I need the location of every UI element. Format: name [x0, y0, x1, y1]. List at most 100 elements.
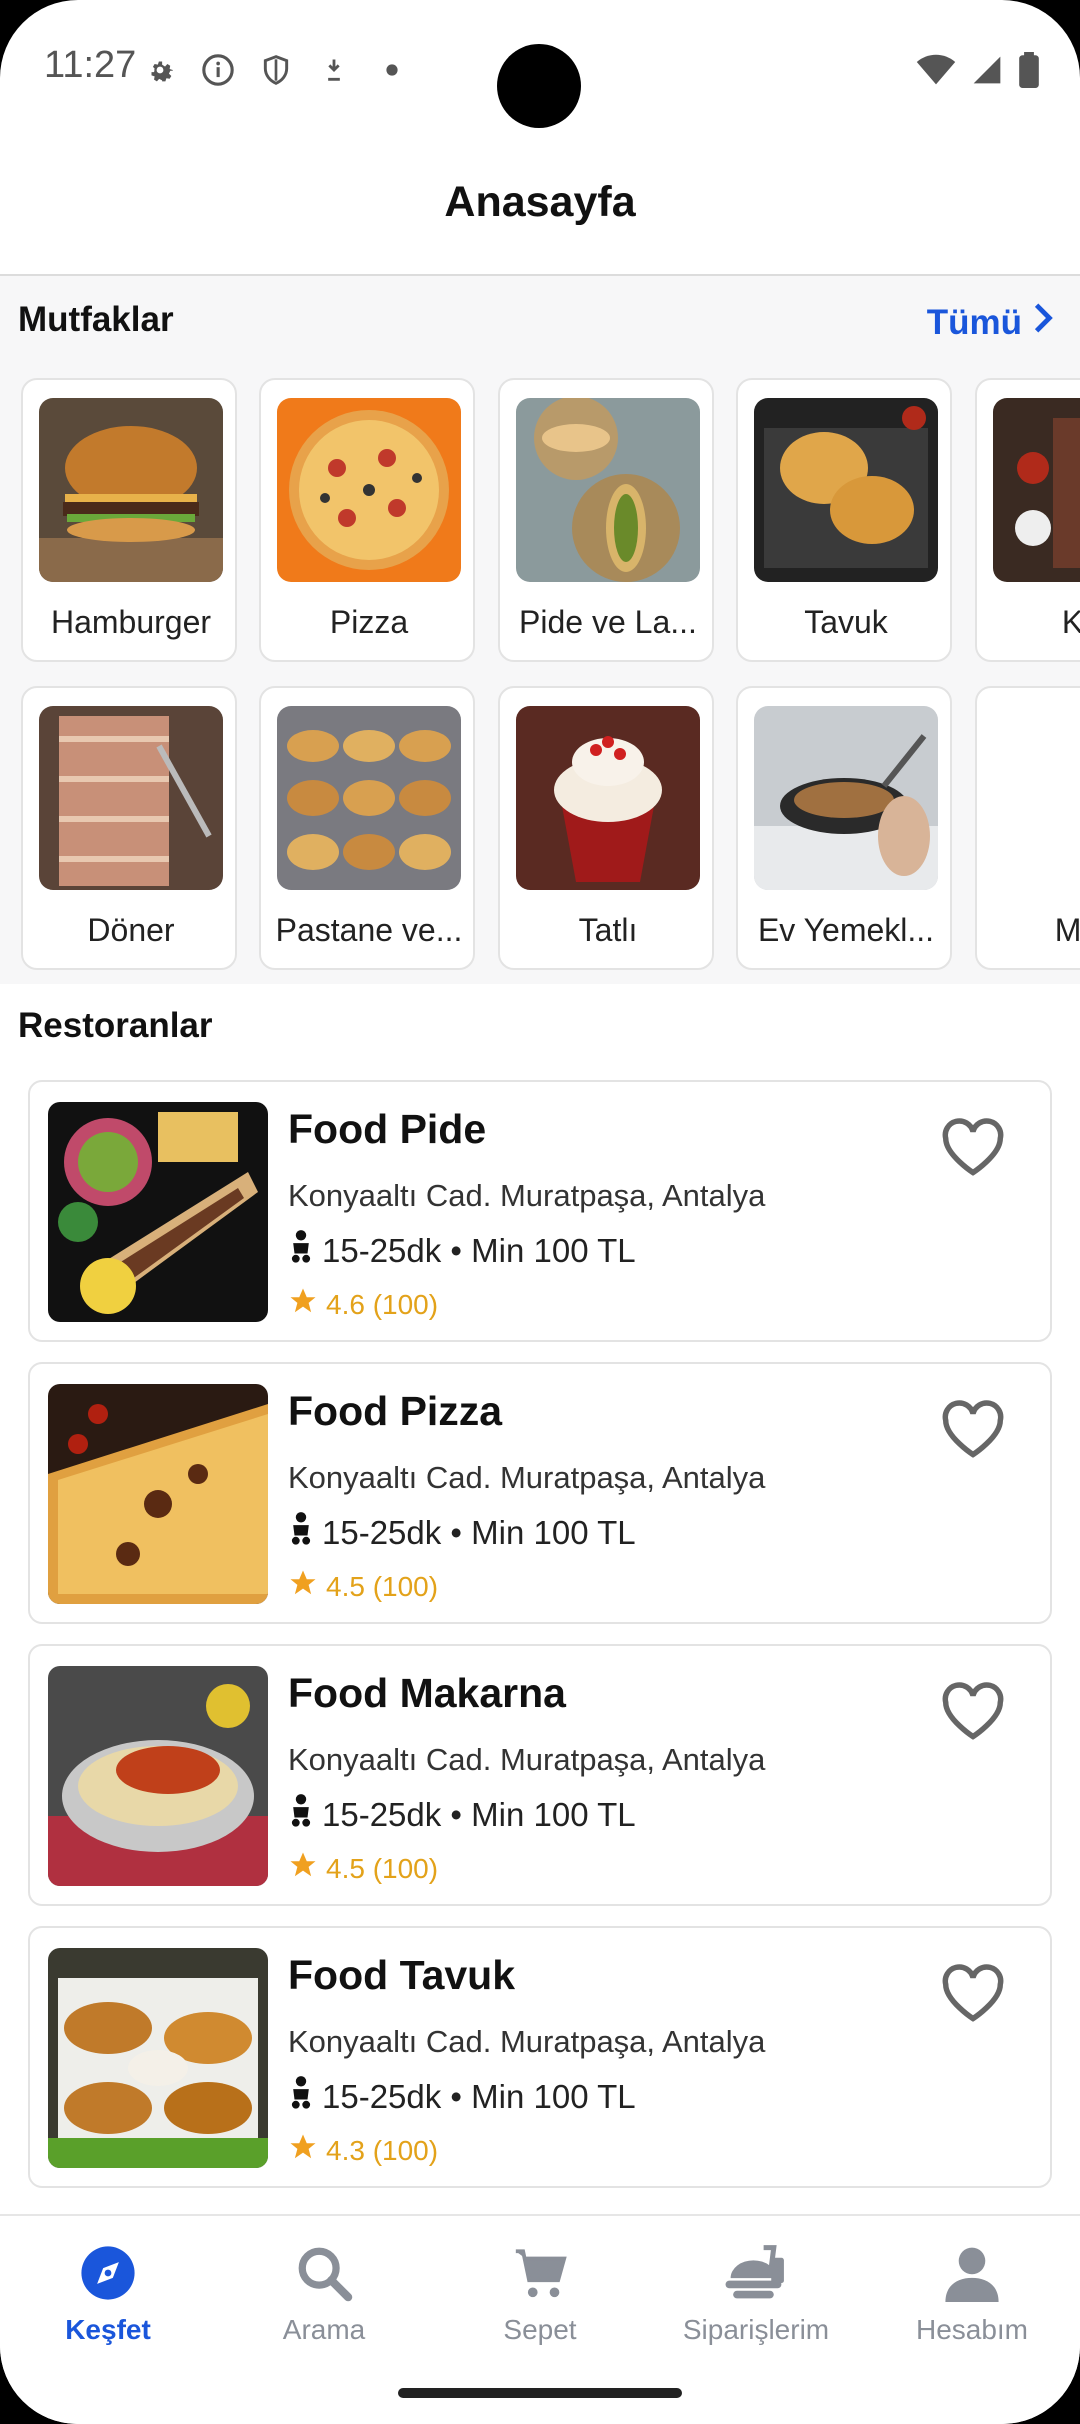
cuisine-label: Hamburger — [50, 604, 212, 640]
restaurant-address: Konyaaltı Cad. Muratpaşa, Antalya — [288, 1742, 766, 1777]
tavuk-image — [754, 398, 938, 582]
star-icon — [288, 1850, 318, 1887]
cuisine-label: Tatlı — [578, 912, 638, 948]
home-indicator[interactable] — [398, 2388, 682, 2398]
nav-label: Keşfet — [65, 2314, 151, 2345]
courier-icon — [288, 1230, 314, 1272]
restaurant-rating: 4.5 (100) — [288, 1568, 438, 1605]
nav-item-sepet[interactable]: Sepet — [432, 2238, 648, 2368]
restaurant-delivery: 15-25dk • Min 100 TL — [288, 1230, 636, 1272]
cuisine-card-pastane[interactable]: Pastane ve... — [259, 686, 475, 970]
orders-icon — [648, 2238, 864, 2308]
app-header: Anasayfa — [0, 140, 1080, 276]
restaurant-address: Konyaaltı Cad. Muratpaşa, Antalya — [288, 1178, 766, 1213]
star-icon — [288, 1568, 318, 1605]
battery-icon — [1018, 52, 1040, 93]
cuisines-title: Mutfaklar — [18, 300, 174, 339]
hamburger-image — [39, 398, 223, 582]
restaurant-delivery: 15-25dk • Min 100 TL — [288, 2076, 636, 2118]
pizza-image — [277, 398, 461, 582]
rating-value: 4.5 (100) — [326, 1852, 439, 1884]
favorite-heart-icon[interactable] — [940, 1400, 1006, 1460]
delivery-info: 15-25dk • Min 100 TL — [322, 1514, 636, 1551]
cuisine-label: Döner — [87, 912, 175, 948]
status-bar: 11:27 — [0, 0, 1080, 140]
info-icon — [200, 52, 236, 88]
cuisine-label: Ev Yemekl... — [757, 912, 935, 948]
courier-icon — [288, 1512, 314, 1554]
account-icon — [864, 2238, 1080, 2308]
nav-label: Sepet — [503, 2314, 577, 2345]
cuisine-card-kebap[interactable]: Kel — [975, 378, 1080, 662]
restaurant-image — [48, 1102, 268, 1322]
cuisine-card-hamburger[interactable]: Hamburger — [21, 378, 237, 662]
nav-label: Siparişlerim — [682, 2314, 830, 2345]
restaurants-title: Restoranlar — [18, 1006, 213, 1045]
rating-value: 4.3 (100) — [326, 2134, 439, 2166]
nav-label: Hesabım — [915, 2314, 1029, 2345]
delivery-info: 15-25dk • Min 100 TL — [322, 1796, 636, 1833]
cuisine-card-tatli[interactable]: Tatlı — [498, 686, 714, 970]
favorite-heart-icon[interactable] — [940, 1682, 1006, 1742]
cuisine-card-ev-yemekleri[interactable]: Ev Yemekl... — [736, 686, 952, 970]
cuisine-label: Pizza — [329, 604, 409, 640]
favorite-heart-icon[interactable] — [940, 1964, 1006, 2024]
nav-item-hesabim[interactable]: Hesabım — [864, 2238, 1080, 2368]
cuisine-card-makarna[interactable]: Mak — [975, 686, 1080, 970]
cuisines-section: Mutfaklar Tümü Hamburger Pizza Pide ve L… — [0, 276, 1080, 984]
see-all-link[interactable]: Tümü — [927, 302, 1054, 343]
kebap-image — [993, 398, 1080, 582]
courier-icon — [288, 1794, 314, 1836]
cuisine-label: Pide ve La... — [519, 604, 697, 640]
compass-icon — [0, 2238, 216, 2308]
restaurant-address: Konyaaltı Cad. Muratpaşa, Antalya — [288, 1460, 766, 1495]
page-title: Anasayfa — [444, 178, 636, 226]
delivery-info: 15-25dk • Min 100 TL — [322, 2078, 636, 2115]
restaurant-name: Food Pide — [288, 1106, 487, 1152]
restaurant-card[interactable]: Food Pizza Konyaaltı Cad. Muratpaşa, Ant… — [28, 1362, 1052, 1624]
favorite-heart-icon[interactable] — [940, 1118, 1006, 1178]
status-icons-right — [916, 52, 1040, 93]
cart-icon — [432, 2238, 648, 2308]
status-time: 11:27 — [44, 44, 137, 86]
restaurant-rating: 4.5 (100) — [288, 1850, 438, 1887]
cuisine-card-pizza[interactable]: Pizza — [259, 378, 475, 662]
search-icon — [216, 2238, 432, 2308]
star-icon — [288, 1286, 318, 1323]
status-icons-left — [142, 52, 410, 88]
shield-icon — [258, 52, 294, 88]
restaurant-rating: 4.6 (100) — [288, 1286, 438, 1323]
cuisine-card-doner[interactable]: Döner — [21, 686, 237, 970]
rating-value: 4.6 (100) — [326, 1288, 439, 1320]
restaurant-card[interactable]: Food Tavuk Konyaaltı Cad. Muratpaşa, Ant… — [28, 1926, 1052, 2188]
pide-image — [516, 398, 700, 582]
restaurant-name: Food Makarna — [288, 1670, 566, 1716]
cuisine-label: Tavuk — [804, 604, 888, 640]
nav-item-arama[interactable]: Arama — [216, 2238, 432, 2368]
rating-value: 4.5 (100) — [326, 1570, 439, 1602]
restaurant-image — [48, 1384, 268, 1604]
ev-yemekleri-image — [754, 706, 938, 890]
cuisine-label: Pastane ve... — [275, 912, 463, 948]
restaurant-name: Food Pizza — [288, 1388, 503, 1434]
restaurant-card[interactable]: Food Pide Konyaaltı Cad. Muratpaşa, Anta… — [28, 1080, 1052, 1342]
restaurant-rating: 4.3 (100) — [288, 2132, 438, 2169]
screen: 11:27 Anasayfa Mutfaklar Tümü Hamburger … — [0, 0, 1080, 2424]
cuisine-card-pide[interactable]: Pide ve La... — [498, 378, 714, 662]
restaurant-card[interactable]: Food Makarna Konyaaltı Cad. Muratpaşa, A… — [28, 1644, 1052, 1906]
restaurant-address: Konyaaltı Cad. Muratpaşa, Antalya — [288, 2024, 766, 2059]
restaurant-name: Food Tavuk — [288, 1952, 516, 1998]
signal-icon — [970, 54, 1004, 91]
nav-label: Arama — [282, 2314, 366, 2345]
nav-item-siparislerim[interactable]: Siparişlerim — [648, 2238, 864, 2368]
wifi-icon — [916, 54, 956, 91]
gear-icon — [142, 52, 178, 88]
restaurant-image — [48, 1948, 268, 2168]
front-camera — [497, 44, 581, 128]
cuisine-card-tavuk[interactable]: Tavuk — [736, 378, 952, 662]
star-icon — [288, 2132, 318, 2169]
courier-icon — [288, 2076, 314, 2118]
doner-image — [39, 706, 223, 890]
nav-item-kesfet[interactable]: Keşfet — [0, 2238, 216, 2368]
cuisine-label: Mak — [1054, 912, 1080, 948]
